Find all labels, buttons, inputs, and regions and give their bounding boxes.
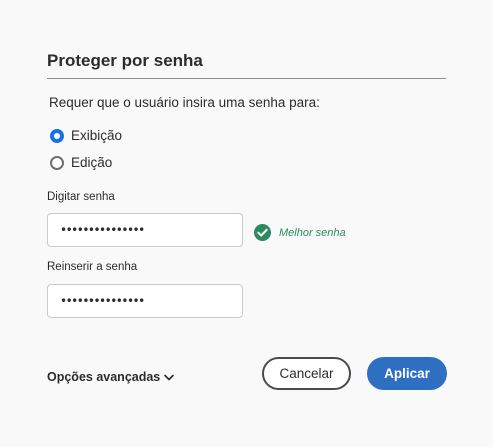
radio-option-view[interactable]: Exibição	[50, 128, 122, 143]
confirm-password-label: Reinserir a senha	[47, 261, 138, 273]
cancel-button[interactable]: Cancelar	[262, 357, 351, 390]
advanced-options-label: Opções avançadas	[47, 370, 161, 384]
title-divider	[47, 78, 446, 79]
radio-unchecked-icon[interactable]	[50, 155, 64, 170]
apply-button[interactable]: Aplicar	[367, 357, 447, 390]
password-label: Digitar senha	[47, 191, 115, 203]
advanced-options-toggle[interactable]: Opções avançadas	[47, 370, 175, 384]
password-strength-indicator: Melhor senha	[254, 224, 346, 241]
password-strength-text: Melhor senha	[279, 226, 346, 239]
radio-label-view: Exibição	[71, 128, 123, 143]
prompt-text: Requer que o usuário insira uma senha pa…	[49, 95, 320, 110]
dialog-title: Proteger por senha	[47, 51, 203, 70]
chevron-down-icon	[164, 374, 175, 381]
password-input[interactable]	[47, 213, 243, 247]
password-protect-dialog: Proteger por senha Requer que o usuário …	[0, 0, 493, 447]
radio-label-edit: Edição	[71, 155, 113, 170]
confirm-password-input[interactable]	[47, 284, 243, 318]
radio-checked-icon[interactable]	[50, 128, 64, 143]
radio-option-edit[interactable]: Edição	[50, 155, 112, 170]
check-circle-icon	[254, 224, 271, 241]
